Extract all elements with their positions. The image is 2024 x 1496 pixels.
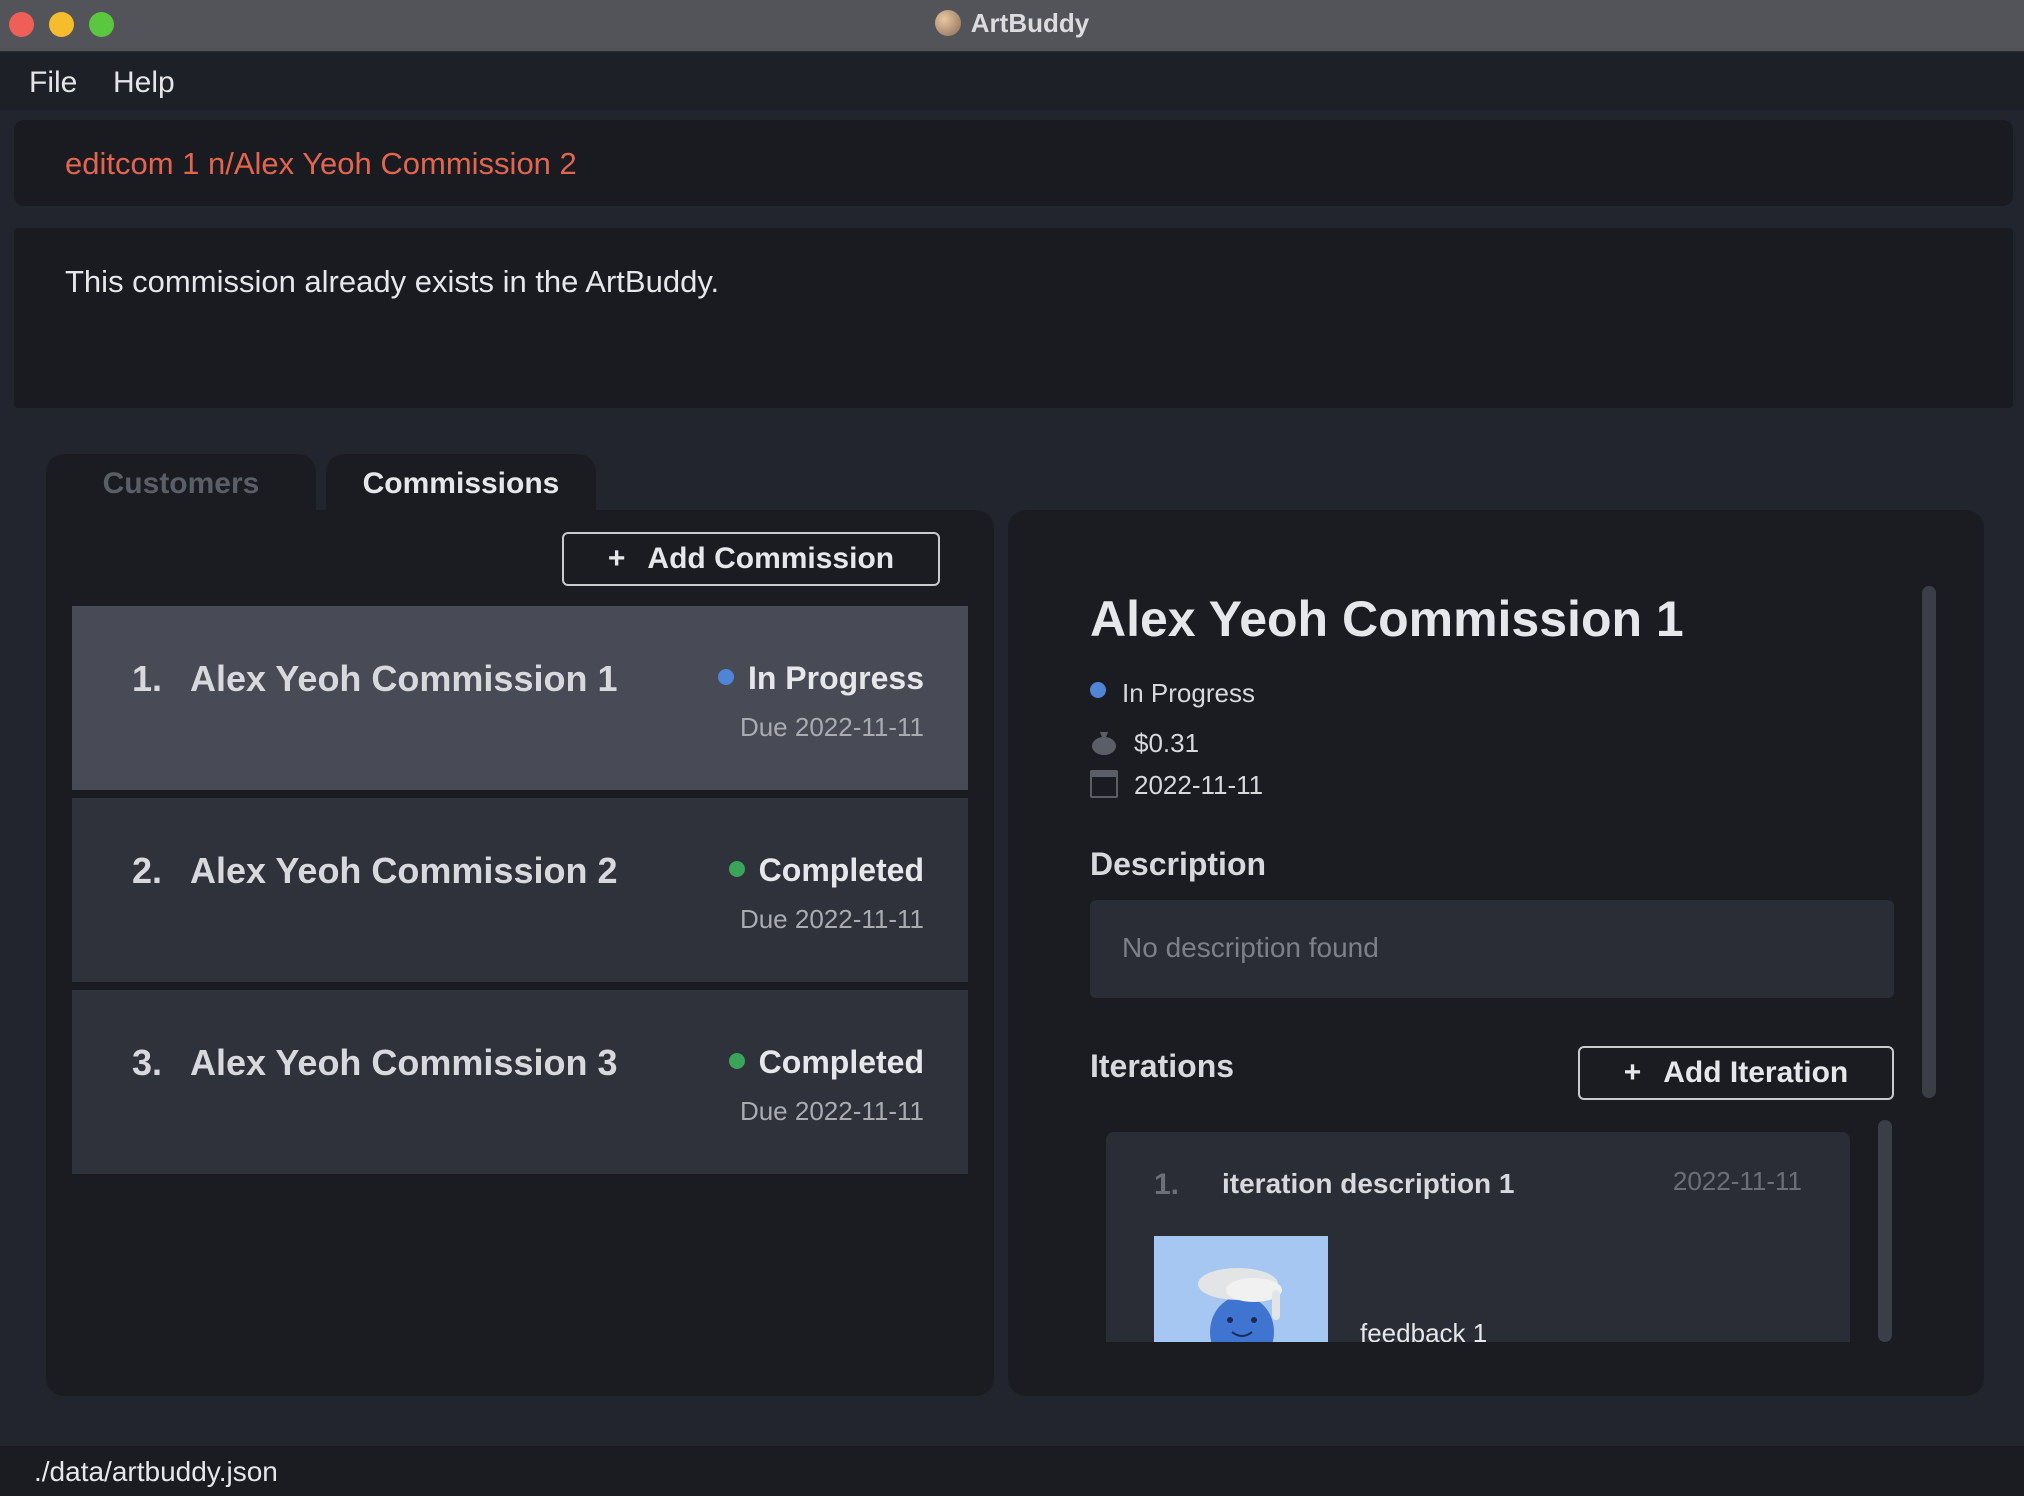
status-dot-icon bbox=[728, 861, 745, 877]
detail-status-label: In Progress bbox=[1122, 678, 1255, 708]
commission-index: 3. bbox=[132, 1042, 163, 1083]
tab-customers[interactable]: Customers bbox=[46, 454, 316, 512]
iteration-date: 2022-11-11 bbox=[1672, 1166, 1802, 1196]
menu-bar: File Help bbox=[0, 52, 2024, 110]
command-input[interactable]: editcom 1 n/Alex Yeoh Commission 2 bbox=[65, 146, 577, 182]
commission-name: Alex Yeoh Commission 3 bbox=[190, 1042, 618, 1083]
add-commission-label: Add Commission bbox=[647, 542, 895, 575]
commission-status: Completed bbox=[728, 852, 924, 889]
iteration-index: 1. bbox=[1154, 1168, 1180, 1201]
data-file-path: ./data/artbuddy.json bbox=[34, 1456, 278, 1487]
money-bag-icon bbox=[1092, 732, 1116, 755]
iteration-description: iteration description 1 bbox=[1222, 1168, 1515, 1199]
menu-file[interactable]: File bbox=[29, 66, 77, 100]
commission-list-panel: + Add Commission 1. Alex Yeoh Commission … bbox=[46, 510, 994, 1396]
detail-title: Alex Yeoh Commission 1 bbox=[1090, 591, 1684, 647]
description-box: No description found bbox=[1090, 900, 1894, 998]
iterations-heading: Iterations bbox=[1090, 1048, 1235, 1084]
iteration-feedback: feedback 1 bbox=[1360, 1318, 1488, 1342]
status-dot-icon bbox=[717, 669, 734, 685]
commission-index: 1. bbox=[132, 658, 163, 699]
commission-due-date: Due 2022-11-11 bbox=[739, 712, 924, 742]
calendar-icon bbox=[1090, 770, 1118, 798]
commission-detail-panel: Alex Yeoh Commission 1 In Progress $0.31… bbox=[1008, 510, 1984, 1396]
plus-icon: + bbox=[607, 542, 626, 575]
status-dot-icon bbox=[728, 1053, 745, 1069]
detail-price: $0.31 bbox=[1134, 728, 1200, 758]
commission-index: 2. bbox=[132, 850, 163, 891]
commission-card[interactable]: 1. Alex Yeoh Commission 1 In Progress Du… bbox=[72, 606, 968, 790]
detail-date: 2022-11-11 bbox=[1134, 770, 1264, 800]
commission-status: In Progress bbox=[717, 660, 924, 697]
window-titlebar: ArtBuddy bbox=[0, 0, 2024, 52]
commission-due-date: Due 2022-11-11 bbox=[739, 1096, 924, 1126]
add-iteration-label: Add Iteration bbox=[1663, 1056, 1849, 1089]
add-commission-button[interactable]: + Add Commission bbox=[562, 532, 940, 586]
status-dot-icon bbox=[1090, 682, 1106, 698]
window-title-group: ArtBuddy bbox=[0, 8, 2024, 39]
palette-icon bbox=[934, 10, 961, 36]
commission-status-label: Completed bbox=[758, 852, 924, 888]
command-box[interactable]: editcom 1 n/Alex Yeoh Commission 2 bbox=[14, 120, 2013, 206]
commission-status-label: Completed bbox=[758, 1044, 924, 1080]
avatar-illustration-icon bbox=[1154, 1236, 1328, 1342]
commission-name: Alex Yeoh Commission 1 bbox=[190, 658, 618, 699]
commission-card[interactable]: 2. Alex Yeoh Commission 2 Completed Due … bbox=[72, 798, 968, 982]
result-display: This commission already exists in the Ar… bbox=[14, 228, 2013, 408]
commission-status: Completed bbox=[728, 1044, 924, 1081]
result-message: This commission already exists in the Ar… bbox=[65, 264, 720, 299]
iterations-list: 1. iteration description 1 2022-11-11 fe… bbox=[1106, 1132, 1850, 1342]
iteration-card[interactable]: 1. iteration description 1 2022-11-11 fe… bbox=[1106, 1132, 1850, 1342]
detail-status: In Progress bbox=[1090, 678, 1255, 709]
description-heading: Description bbox=[1090, 846, 1267, 882]
iterations-scrollbar[interactable] bbox=[1878, 1120, 1892, 1342]
tab-commissions[interactable]: Commissions bbox=[326, 454, 596, 512]
commission-name: Alex Yeoh Commission 2 bbox=[190, 850, 618, 891]
plus-icon: + bbox=[1623, 1056, 1642, 1089]
commission-status-label: In Progress bbox=[747, 660, 924, 696]
add-iteration-button[interactable]: + Add Iteration bbox=[1578, 1046, 1894, 1100]
menu-help[interactable]: Help bbox=[113, 66, 175, 100]
window-title: ArtBuddy bbox=[970, 8, 1090, 38]
description-placeholder: No description found bbox=[1122, 932, 1379, 963]
commission-due-date: Due 2022-11-11 bbox=[739, 904, 924, 934]
iteration-image[interactable] bbox=[1154, 1236, 1328, 1342]
status-bar: ./data/artbuddy.json bbox=[0, 1446, 2024, 1496]
commission-card[interactable]: 3. Alex Yeoh Commission 3 Completed Due … bbox=[72, 990, 968, 1174]
detail-scrollbar[interactable] bbox=[1922, 586, 1936, 1098]
